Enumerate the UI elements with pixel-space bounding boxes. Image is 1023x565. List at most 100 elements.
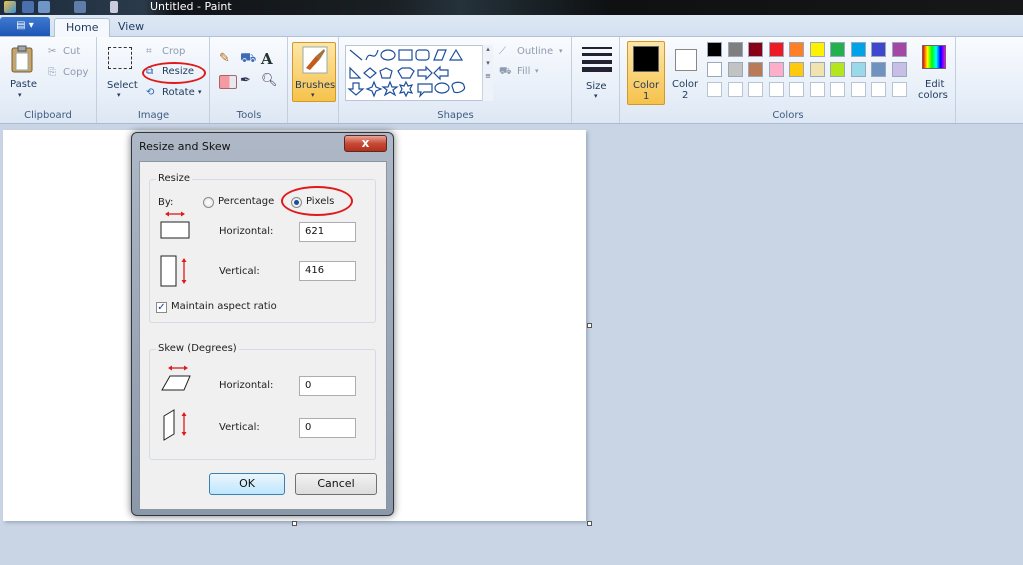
color1-button[interactable]: Color 1: [627, 41, 665, 105]
palette-swatch[interactable]: [830, 42, 845, 57]
brushes-button[interactable]: Brushes ▾: [292, 42, 336, 102]
crop-icon: ⌗: [146, 46, 152, 57]
select-button[interactable]: Select ▾: [102, 45, 138, 101]
paint-menu-button[interactable]: ▤ ▾: [0, 17, 50, 36]
copy-button[interactable]: ⎘ Copy: [48, 67, 92, 81]
palette-swatch[interactable]: [809, 42, 825, 57]
percentage-radio[interactable]: [203, 197, 214, 208]
scissors-icon: ✂: [48, 46, 57, 57]
palette-swatch[interactable]: [891, 62, 907, 77]
colors-group-label: Colors: [772, 110, 804, 121]
resize-highlight-circle: [142, 62, 206, 84]
eraser-tool[interactable]: [219, 75, 237, 89]
horizontal-skew-icon: [161, 365, 191, 391]
palette-swatch[interactable]: [830, 62, 845, 77]
color-picker-tool[interactable]: ✒: [240, 73, 258, 91]
custom-color-slot[interactable]: [768, 82, 784, 97]
pencil-icon: ✎: [219, 51, 230, 66]
outline-button[interactable]: ⟋ Outline ▾: [499, 46, 569, 60]
palette-swatch[interactable]: [850, 62, 866, 77]
palette-swatch[interactable]: [748, 42, 763, 57]
palette-swatch[interactable]: [789, 42, 804, 57]
palette-swatch[interactable]: [850, 42, 866, 57]
pixels-highlight-circle: [281, 186, 353, 216]
resize-legend: Resize: [156, 173, 193, 184]
dialog-body: Resize By: Percentage Pixels Horizontal:…: [139, 161, 387, 510]
resize-section: Resize By: Percentage Pixels Horizontal:…: [149, 173, 376, 323]
paste-button[interactable]: Paste ▾: [4, 43, 40, 101]
maintain-aspect-checkbox[interactable]: ✓: [156, 302, 167, 313]
fill-tool[interactable]: ⛟: [240, 51, 258, 69]
palette-swatch[interactable]: [871, 42, 886, 57]
tab-view[interactable]: View: [107, 18, 155, 37]
shapes-gallery[interactable]: [345, 45, 493, 101]
cut-label: Cut: [63, 46, 81, 57]
resize-horizontal-label: Horizontal:: [219, 226, 274, 237]
rotate-icon: ⟲: [146, 87, 155, 98]
custom-color-slot[interactable]: [871, 82, 886, 97]
custom-color-slot[interactable]: [809, 82, 825, 97]
palette-swatch[interactable]: [727, 62, 743, 77]
rotate-button[interactable]: ⟲ Rotate ▾: [146, 87, 206, 101]
ok-button[interactable]: OK: [209, 473, 285, 495]
rainbow-palette-icon: [922, 45, 946, 69]
size-button[interactable]: Size ▾: [579, 45, 615, 101]
cut-button[interactable]: ✂ Cut: [48, 46, 92, 60]
palette-swatch[interactable]: [748, 62, 763, 77]
skew-horizontal-input[interactable]: 0: [299, 376, 356, 396]
paint-app-icon[interactable]: [4, 1, 16, 13]
magnifier-tool[interactable]: 🔍︎: [261, 73, 279, 91]
palette-swatch[interactable]: [789, 62, 804, 77]
resize-horizontal-input[interactable]: 621: [299, 222, 356, 242]
crop-button[interactable]: ⌗ Crop: [146, 46, 196, 60]
palette-swatch[interactable]: [768, 62, 784, 77]
save-icon[interactable]: [22, 1, 34, 13]
canvas-resize-handle-corner[interactable]: [587, 521, 592, 526]
resize-vertical-input[interactable]: 416: [299, 261, 356, 281]
canvas-resize-handle-bottom[interactable]: [292, 521, 297, 526]
pencil-tool[interactable]: ✎: [219, 51, 237, 69]
horizontal-resize-icon: [160, 211, 190, 239]
undo-icon[interactable]: [38, 1, 50, 13]
brushes-group: Brushes ▾: [289, 37, 339, 123]
text-tool[interactable]: A: [261, 50, 279, 68]
palette-swatch[interactable]: [707, 62, 722, 77]
color2-button[interactable]: Color 2: [669, 41, 703, 105]
shapes-scroll[interactable]: ▴ ▾ ≡: [482, 45, 493, 101]
dialog-close-button[interactable]: x: [344, 135, 387, 152]
redo-icon[interactable]: [74, 1, 86, 13]
custom-color-slot[interactable]: [727, 82, 743, 97]
canvas-resize-handle-right[interactable]: [587, 323, 592, 328]
palette-swatch[interactable]: [891, 42, 907, 57]
palette-swatch[interactable]: [727, 42, 743, 57]
percentage-radio-option[interactable]: Percentage: [203, 196, 274, 210]
size-lines-icon: [582, 47, 612, 72]
ribbon-tab-bar: ▤ ▾ Home View: [0, 15, 1023, 37]
customize-qat-icon[interactable]: [110, 1, 118, 13]
size-group: Size ▾: [573, 37, 620, 123]
fill-dropdown-icon: ▾: [535, 67, 539, 75]
fill-button[interactable]: ⛟ Fill ▾: [499, 66, 559, 80]
palette-swatch[interactable]: [809, 62, 825, 77]
skew-vertical-input[interactable]: 0: [299, 418, 356, 438]
color2-number: 2: [682, 90, 689, 101]
tab-home[interactable]: Home: [54, 18, 111, 37]
custom-color-slot[interactable]: [891, 82, 907, 97]
shapes-group: ▴ ▾ ≡ ⟋ Outline ▾ ⛟ Fill ▾ Shapes: [340, 37, 572, 123]
palette-swatch[interactable]: [871, 62, 886, 77]
select-label: Select: [107, 80, 138, 91]
edit-colors-button[interactable]: Edit colors: [916, 43, 952, 103]
custom-color-slot[interactable]: [850, 82, 866, 97]
palette-swatch[interactable]: [707, 42, 722, 57]
cancel-button[interactable]: Cancel: [295, 473, 377, 495]
custom-color-slot[interactable]: [707, 82, 722, 97]
custom-color-slot[interactable]: [789, 82, 804, 97]
color2-label: Color: [672, 79, 699, 90]
custom-color-slot[interactable]: [830, 82, 845, 97]
colors-group: Color 1 Color 2 Edit colors Colors: [621, 37, 956, 123]
maintain-aspect-option[interactable]: ✓ Maintain aspect ratio: [156, 301, 296, 315]
palette-swatch[interactable]: [768, 42, 784, 57]
custom-color-slot[interactable]: [748, 82, 763, 97]
edit-colors-label-1: Edit: [925, 79, 945, 90]
brushes-label: Brushes: [295, 80, 336, 91]
